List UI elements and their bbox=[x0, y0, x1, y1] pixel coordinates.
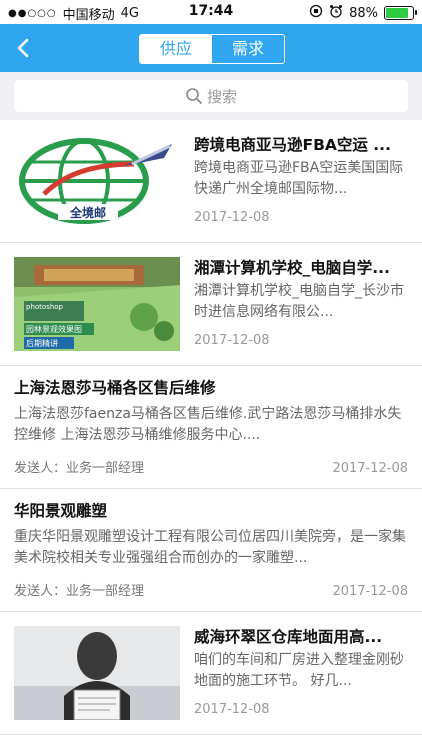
item-date: 2017-12-08 bbox=[332, 461, 408, 476]
search-input[interactable]: 搜索 bbox=[14, 80, 408, 112]
chevron-left-icon bbox=[17, 38, 29, 58]
search-icon bbox=[186, 88, 202, 104]
item-thumbnail bbox=[14, 626, 180, 720]
item-date: 2017-12-08 bbox=[194, 333, 270, 348]
orientation-lock-icon bbox=[309, 4, 323, 22]
search-area: 搜索 bbox=[0, 72, 422, 120]
item-info: 威海环翠区仓库地面用高... 咱们的车间和厂房进入整理金刚砂地面的施工环节。 好… bbox=[194, 626, 408, 717]
status-right: 88% bbox=[309, 4, 417, 22]
statue-bust-image bbox=[14, 626, 180, 720]
globe-rocket-logo-icon: 全境邮 bbox=[14, 134, 180, 228]
segmented-control: 供应 需求 bbox=[139, 34, 285, 64]
item-thumbnail: photoshop 园林景观效果图 后期精讲 bbox=[14, 257, 180, 351]
alarm-icon bbox=[329, 4, 343, 22]
battery-icon bbox=[384, 6, 417, 20]
item-date: 2017-12-08 bbox=[194, 210, 270, 225]
battery-percent: 88% bbox=[349, 5, 378, 21]
image-caption: 后期精讲 bbox=[26, 338, 58, 348]
list-item[interactable]: 全境邮 跨境电商亚马逊FBA空运 ... 跨境电商亚马逊FBA空运美国国际快递广… bbox=[0, 120, 422, 243]
status-bar: ●●○○○ 中国移动 4G 17:44 88% bbox=[0, 0, 422, 24]
item-description: 湘潭计算机学校_电脑自学_长沙市时进信息网络有限公... bbox=[194, 283, 404, 320]
item-title: 湘潭计算机学校_电脑自学... bbox=[194, 259, 390, 277]
back-button[interactable] bbox=[10, 34, 38, 62]
image-caption: photoshop bbox=[26, 303, 64, 311]
item-title: 上海法恩莎马桶各区售后维修 bbox=[14, 379, 216, 397]
item-title: 跨境电商亚马逊FBA空运 ... bbox=[194, 136, 391, 154]
item-date: 2017-12-08 bbox=[194, 702, 270, 717]
item-thumbnail: 全境邮 bbox=[14, 134, 180, 228]
item-description: 重庆华阳景观雕塑设计工程有限公司位居四川美院旁，是一家集美术院校相关专业强强组合… bbox=[14, 529, 406, 566]
list-item[interactable]: 华阳景观雕塑 重庆华阳景观雕塑设计工程有限公司位居四川美院旁，是一家集美术院校相… bbox=[0, 489, 422, 612]
item-title: 华阳景观雕塑 bbox=[14, 502, 108, 520]
list-item[interactable]: photoshop 园林景观效果图 后期精讲 湘潭计算机学校_电脑自学... 湘… bbox=[0, 243, 422, 366]
item-description: 跨境电商亚马逊FBA空运美国国际快递广州全境邮国际物... bbox=[194, 160, 404, 197]
item-date: 2017-12-08 bbox=[332, 584, 408, 599]
search-placeholder: 搜索 bbox=[206, 87, 237, 106]
landscape-render-image: photoshop 园林景观效果图 后期精讲 bbox=[14, 257, 180, 351]
item-info: 湘潭计算机学校_电脑自学... 湘潭计算机学校_电脑自学_长沙市时进信息网络有限… bbox=[194, 257, 408, 348]
tab-supply[interactable]: 供应 bbox=[140, 35, 212, 63]
list-item[interactable]: 上海法恩莎马桶各区售后维修 上海法恩莎faenza马桶各区售后维修.武宁路法恩莎… bbox=[0, 366, 422, 489]
demand-list: 全境邮 跨境电商亚马逊FBA空运 ... 跨境电商亚马逊FBA空运美国国际快递广… bbox=[0, 120, 422, 735]
item-description: 咱们的车间和厂房进入整理金刚砂地面的施工环节。 好几... bbox=[194, 652, 404, 689]
list-item[interactable]: 威海环翠区仓库地面用高... 咱们的车间和厂房进入整理金刚砂地面的施工环节。 好… bbox=[0, 612, 422, 735]
logo-text: 全境邮 bbox=[69, 205, 106, 220]
tab-demand[interactable]: 需求 bbox=[212, 35, 284, 63]
image-caption: 园林景观效果图 bbox=[26, 324, 82, 334]
nav-bar: 供应 需求 bbox=[0, 24, 422, 72]
item-sender: 发送人：业务一部经理 bbox=[14, 461, 145, 476]
item-title: 威海环翠区仓库地面用高... bbox=[194, 628, 383, 646]
item-sender: 发送人：业务一部经理 bbox=[14, 584, 145, 599]
item-description: 上海法恩莎faenza马桶各区售后维修.武宁路法恩莎马桶排水失控维修 上海法恩莎… bbox=[14, 406, 402, 443]
item-info: 跨境电商亚马逊FBA空运 ... 跨境电商亚马逊FBA空运美国国际快递广州全境邮… bbox=[194, 134, 408, 225]
